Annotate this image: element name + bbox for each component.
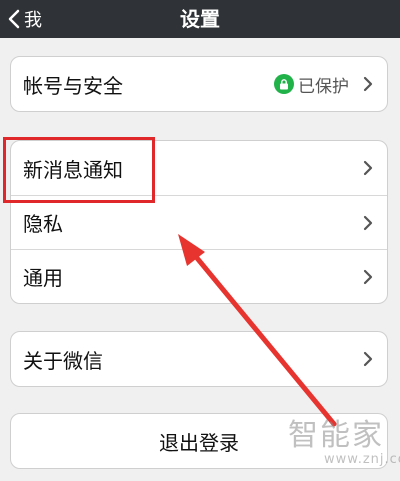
page-title: 设置 bbox=[180, 7, 220, 31]
settings-item-notifications[interactable]: 新消息通知 bbox=[11, 141, 387, 195]
settings-item-general[interactable]: 通用 bbox=[11, 249, 387, 303]
logout-button[interactable]: 退出登录 bbox=[10, 413, 388, 469]
nav-bar: 我 设置 bbox=[0, 0, 400, 38]
settings-group-about: 关于微信 bbox=[10, 331, 388, 387]
chevron-right-icon bbox=[363, 160, 373, 176]
settings-item-about[interactable]: 关于微信 bbox=[11, 332, 387, 386]
protection-status-text: 已保护 bbox=[298, 76, 349, 97]
settings-item-label: 帐号与安全 bbox=[23, 73, 123, 98]
settings-group-general: 新消息通知 隐私 通用 bbox=[10, 140, 388, 304]
chevron-right-icon bbox=[363, 76, 373, 92]
settings-group-account: 帐号与安全 已保护 bbox=[10, 56, 388, 112]
settings-item-label: 关于微信 bbox=[23, 348, 103, 373]
settings-item-label: 隐私 bbox=[23, 212, 63, 236]
lock-icon bbox=[274, 74, 294, 94]
settings-item-label: 通用 bbox=[23, 266, 63, 290]
settings-item-label: 新消息通知 bbox=[23, 157, 123, 182]
settings-item-privacy[interactable]: 隐私 bbox=[11, 195, 387, 249]
chevron-right-icon bbox=[363, 351, 373, 367]
settings-item-account-security[interactable]: 帐号与安全 已保护 bbox=[11, 57, 387, 111]
chevron-right-icon bbox=[363, 269, 373, 284]
protection-status: 已保护 bbox=[274, 73, 349, 97]
chevron-right-icon bbox=[363, 215, 373, 230]
